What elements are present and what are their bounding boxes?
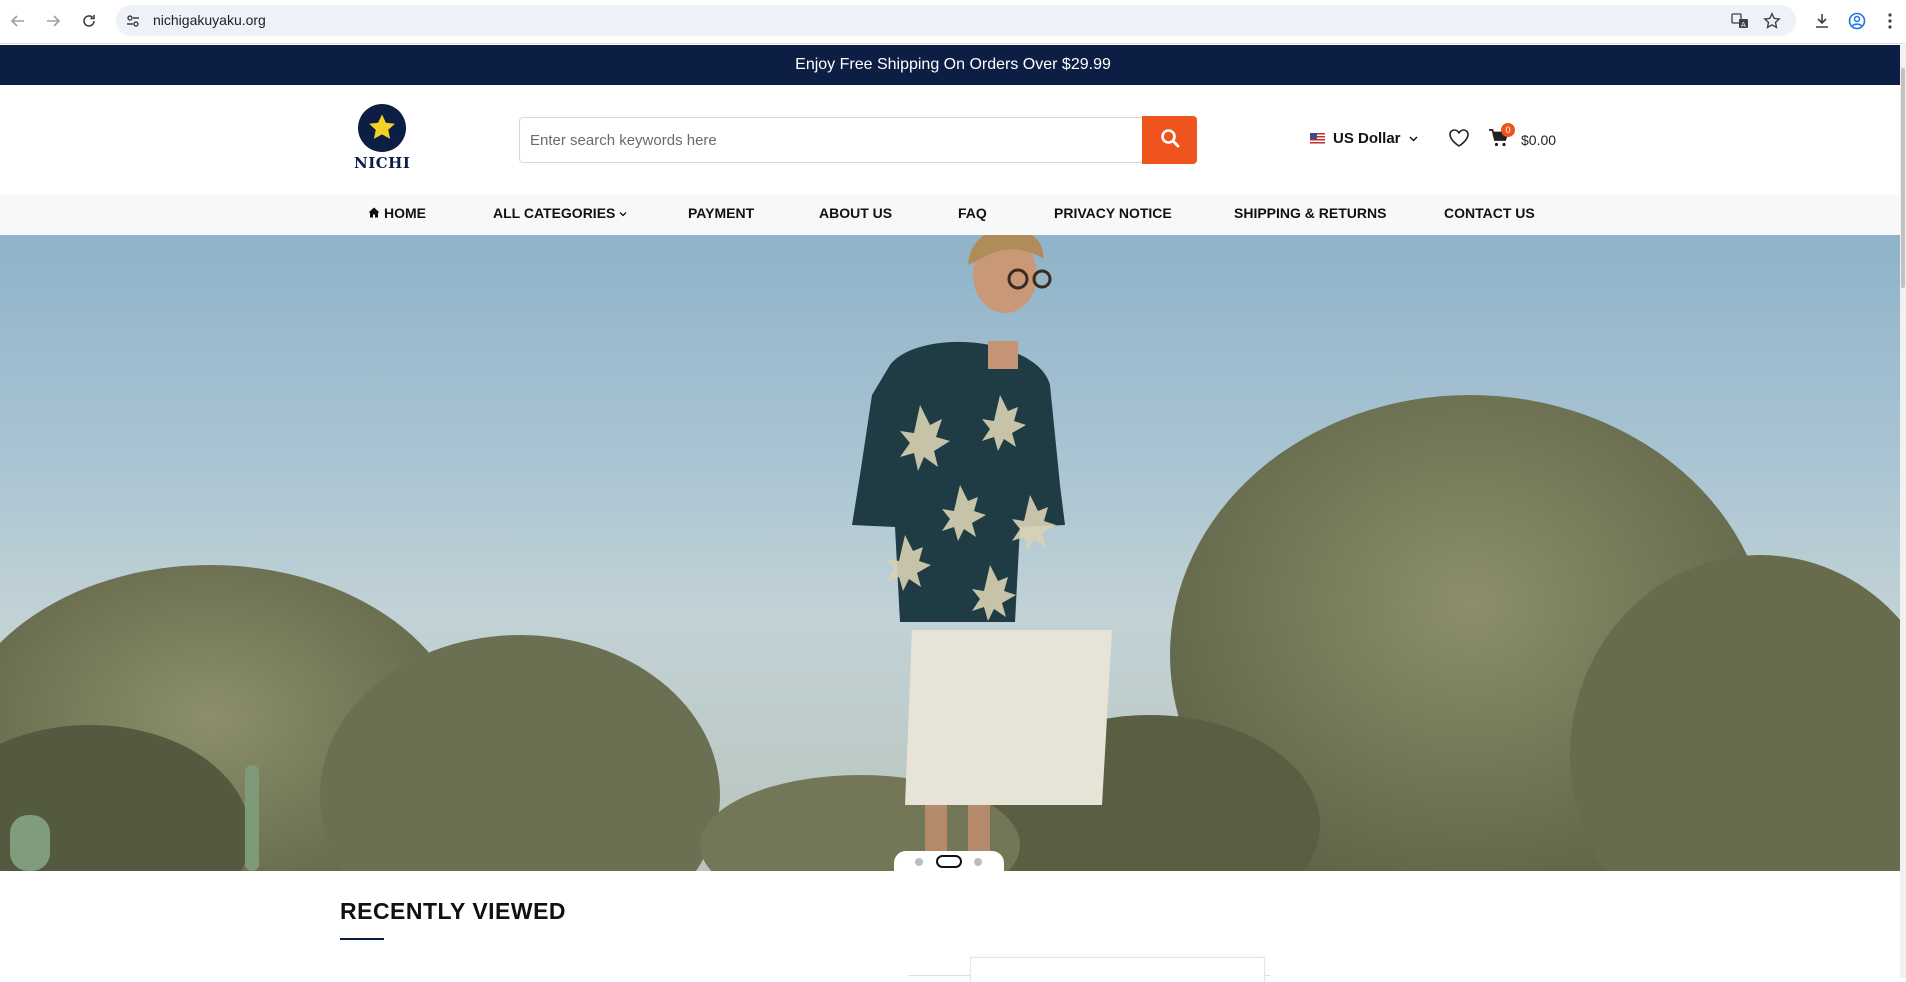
chevron-down-icon [1409,130,1418,147]
reload-icon[interactable] [78,10,100,32]
hero-banner[interactable] [0,235,1900,871]
hero-image [0,235,1900,871]
scrollbar-thumb[interactable] [1901,68,1905,288]
browser-toolbar: nichigakuyaku.org A [0,0,1906,44]
nav-about-us[interactable]: ABOUT US [819,205,892,221]
search-icon [1160,128,1180,153]
search-input[interactable] [519,117,1142,163]
address-bar[interactable] [116,5,1796,36]
download-icon[interactable] [1812,11,1832,31]
slider-dot-active[interactable] [936,855,962,868]
heading-underline [340,938,384,940]
nav-payment-label: PAYMENT [688,205,755,221]
cart-count-badge: 0 [1501,123,1515,137]
svg-text:A: A [1741,21,1746,29]
nav-shipping-returns-label: SHIPPING & RETURNS [1234,205,1387,221]
nav-all-categories[interactable]: ALL CATEGORIES [493,205,627,221]
slider-dot[interactable] [974,858,982,866]
site-info-icon[interactable] [123,11,143,31]
us-flag-icon [1310,133,1325,144]
url-text[interactable]: nichigakuyaku.org [153,12,266,28]
kebab-menu-icon[interactable] [1884,11,1896,31]
main-nav [0,195,1906,235]
nav-privacy-notice[interactable]: PRIVACY NOTICE [1054,205,1172,221]
nav-privacy-notice-label: PRIVACY NOTICE [1054,205,1172,221]
translate-icon[interactable]: A [1730,11,1750,31]
nav-faq[interactable]: FAQ [958,205,987,221]
nav-about-us-label: ABOUT US [819,205,893,221]
recently-viewed-heading: RECENTLY VIEWED [340,898,567,924]
nav-home-label: HOME [384,205,426,221]
home-icon [368,205,380,221]
promo-text: Enjoy Free Shipping On Orders Over $29.9… [795,56,1111,73]
slider-dot[interactable] [915,858,923,866]
logo-text[interactable]: NICHI [354,154,410,172]
chevron-down-icon [619,205,627,221]
forward-icon[interactable] [42,10,64,32]
profile-icon[interactable] [1847,11,1867,31]
nav-faq-label: FAQ [958,205,987,221]
wishlist-heart-icon[interactable] [1448,128,1470,153]
currency-selector[interactable]: US Dollar [1310,130,1418,147]
nav-shipping-returns[interactable]: SHIPPING & RETURNS [1234,205,1386,221]
nav-contact-us[interactable]: CONTACT US [1444,205,1535,221]
search-button[interactable] [1142,116,1197,164]
product-card[interactable] [970,957,1265,982]
nav-payment[interactable]: PAYMENT [688,205,754,221]
nav-all-categories-label: ALL CATEGORIES [493,205,616,221]
promo-bar: Enjoy Free Shipping On Orders Over $29.9… [0,45,1906,85]
bookmark-star-icon[interactable] [1762,11,1782,31]
currency-label: US Dollar [1333,130,1401,147]
nav-home[interactable]: HOME [368,205,426,221]
back-icon[interactable] [7,10,29,32]
cart-total[interactable]: $0.00 [1521,132,1556,148]
nav-contact-us-label: CONTACT US [1444,205,1535,221]
